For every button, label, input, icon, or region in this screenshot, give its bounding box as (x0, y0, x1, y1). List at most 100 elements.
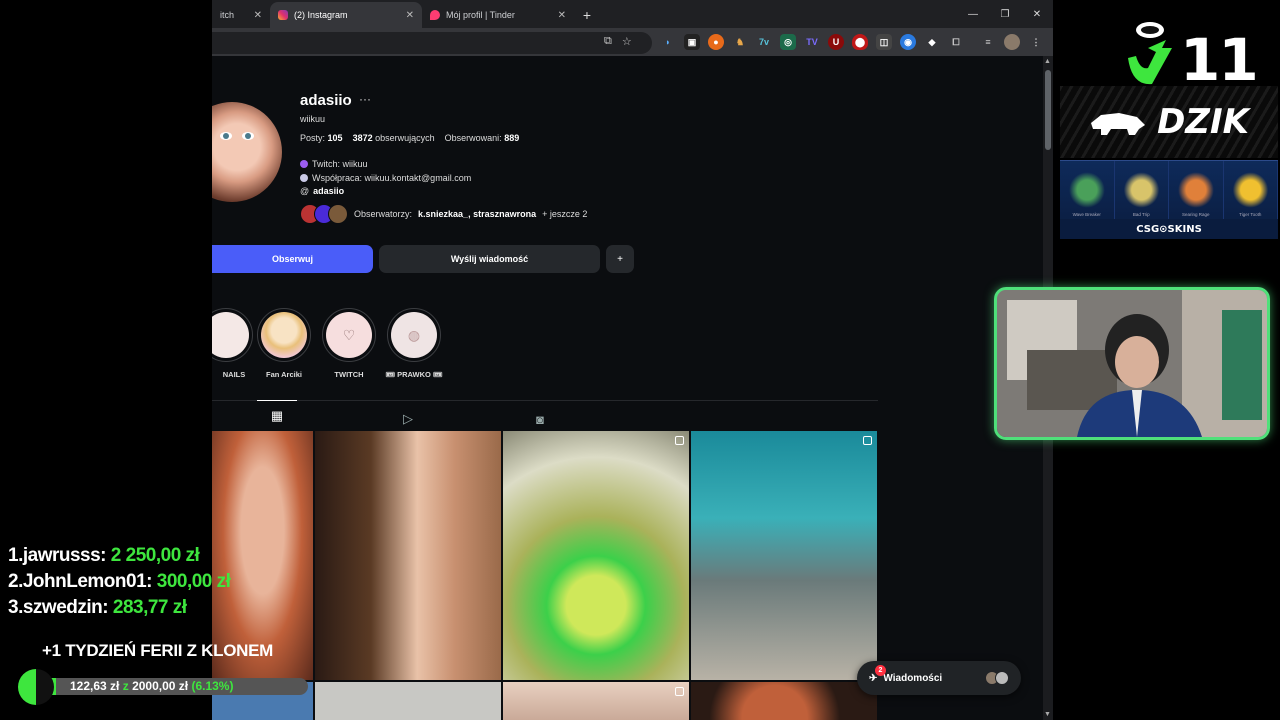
posts-grid-tab[interactable]: ▦ (257, 400, 297, 430)
extension-icon[interactable]: ⬤ (852, 34, 868, 50)
window-controls: — ❐ ✕ (957, 0, 1053, 28)
carousel-icon (675, 687, 684, 696)
reading-list-icon[interactable]: ≡ (980, 34, 996, 50)
install-icon[interactable]: ⧉ (604, 35, 612, 48)
highlight-fan-arciki[interactable]: Fan Arciki (254, 308, 314, 379)
extension-icon[interactable]: ♞ (732, 34, 748, 50)
webcam-overlay (994, 287, 1270, 440)
highlight-twitch[interactable]: ♡ TWITCH (319, 308, 379, 379)
highlight-cover (261, 312, 307, 358)
send-message-button[interactable]: Wyślij wiadomość (379, 245, 600, 273)
scroll-up-icon[interactable]: ▲ (1044, 58, 1051, 65)
highlight-label: TWITCH (334, 370, 364, 379)
post-thumbnail[interactable] (315, 431, 501, 680)
followed-by[interactable]: Obserwatorzy: k.sniezkaa_, strasznawrona… (300, 204, 587, 224)
profile-username: adasiio (300, 92, 352, 109)
donor-row: 2.JohnLemon01: 300,00 zł (8, 571, 231, 592)
tagged-icon: ◙ (536, 411, 544, 427)
highlight-prawko[interactable]: ◍ 🎟 PRAWKO 🎟 (384, 308, 444, 379)
add-user-button[interactable]: + (606, 245, 634, 273)
boar-icon (1091, 113, 1146, 135)
bookmark-star-icon[interactable]: ☆ (622, 35, 632, 48)
dzik-banner: DZIK (1060, 86, 1278, 158)
menu-kebab-icon[interactable]: ⋮ (1028, 34, 1044, 50)
close-icon[interactable]: ✕ (406, 10, 414, 21)
extension-icon[interactable]: ◆ (924, 34, 940, 50)
highlight-label: 🎟 PRAWKO 🎟 (385, 370, 443, 379)
extension-icon[interactable]: ● (708, 34, 724, 50)
notification-badge: 2 (875, 665, 886, 676)
instagram-profile-page: adasiio ··· wiikuu Posty: 105 3872 obser… (212, 56, 1053, 720)
profile-avatar[interactable] (1004, 34, 1020, 50)
post-thumbnail[interactable] (503, 431, 689, 680)
extension-icon[interactable]: ◗ (660, 34, 676, 50)
close-icon[interactable]: ✕ (558, 10, 566, 21)
avatar (995, 671, 1009, 685)
tab-instagram[interactable]: (2) Instagram ✕ (270, 2, 422, 28)
close-window-button[interactable]: ✕ (1021, 0, 1053, 28)
donation-goal: 122,63 zł z 2000,00 zł (6.13%) (18, 668, 318, 705)
skins-row: Wave Breaker Bad Trip Searing Rage Tiger… (1060, 161, 1278, 219)
stream-screen: itch ✕ (2) Instagram ✕ Mój profil | Tind… (0, 0, 1280, 720)
scrollbar-thumb[interactable] (1045, 70, 1051, 150)
following-count[interactable]: Obserwowani: 889 (445, 133, 520, 143)
globe-icon: ◍ (391, 312, 437, 358)
extension-icon[interactable]: ▣ (684, 34, 700, 50)
extensions-puzzle-icon[interactable]: ⧠ (948, 34, 964, 50)
donor-row: 1.jawrusss: 2 250,00 zł (8, 545, 200, 566)
sponsor-logo-icon (1128, 22, 1172, 85)
highlight-label: NAILS (222, 370, 246, 379)
skin-card: Searing Rage (1169, 161, 1224, 219)
omnibox-actions: ⧉ ☆ (604, 35, 632, 48)
scroll-down-icon[interactable]: ▼ (1044, 711, 1051, 718)
profile-avatar[interactable] (212, 102, 282, 202)
profile-full-name: wiikuu (300, 114, 326, 124)
profile-stats: Posty: 105 3872 obserwujących Obserwowan… (300, 133, 519, 143)
top-donors: 1.jawrusss: 2 250,00 zł 2.JohnLemon01: 3… (8, 543, 231, 621)
highlight-label: Fan Arciki (266, 370, 302, 379)
reels-icon: ▷ (403, 411, 413, 426)
post-thumbnail[interactable] (503, 682, 689, 720)
browser-toolbar: ⧉ ☆ ◗ ▣ ● ♞ 7v ◎ TV U ⬤ ◫ ◉ ◆ ⧠ ≡ ⋮ (212, 28, 1053, 56)
avatar (328, 204, 348, 224)
restore-button[interactable]: ❐ (989, 0, 1021, 28)
highlight-nails[interactable]: NAILS (212, 308, 256, 379)
tab-bar: itch ✕ (2) Instagram ✕ Mój profil | Tind… (212, 0, 1053, 28)
posts-count: Posty: 105 (300, 133, 343, 143)
post-thumbnail[interactable] (691, 682, 877, 720)
donor-row: 3.szwedzin: 283,77 zł (8, 597, 187, 618)
extension-icon[interactable]: ◫ (876, 34, 892, 50)
close-icon[interactable]: ✕ (254, 10, 262, 21)
profile-tabs: ▦ ▷ ◙ (212, 400, 878, 430)
add-user-icon: + (617, 253, 623, 265)
new-tab-button[interactable]: + (574, 2, 600, 28)
reels-tab[interactable]: ▷ (388, 407, 428, 431)
webcam-feed (997, 290, 1267, 437)
tab-twitch[interactable]: itch ✕ (212, 2, 270, 28)
minimize-button[interactable]: — (957, 0, 989, 28)
tab-tinder[interactable]: Mój profil | Tinder ✕ (422, 2, 574, 28)
tab-title: (2) Instagram (294, 10, 348, 20)
profile-bio: Twitch: wiikuu Współpraca: wiikuu.kontak… (300, 158, 471, 199)
extension-icon[interactable]: 7v (756, 34, 772, 50)
extension-icon[interactable]: ◎ (780, 34, 796, 50)
extension-icon[interactable]: U (828, 34, 844, 50)
post-thumbnail[interactable] (315, 682, 501, 720)
tab-title: Mój profil | Tinder (446, 10, 515, 20)
threads-link[interactable]: @ adasiio (300, 185, 471, 199)
post-thumbnail[interactable] (691, 431, 877, 680)
follow-button[interactable]: Obserwuj (212, 245, 373, 273)
messages-button[interactable]: ✈ 2 Wiadomości (857, 661, 1021, 695)
extension-icon[interactable]: TV (804, 34, 820, 50)
extension-icon[interactable]: ◉ (900, 34, 916, 50)
more-options-icon[interactable]: ··· (359, 92, 371, 106)
goal-text: 122,63 zł z 2000,00 zł (6.13%) (70, 679, 234, 693)
address-bar[interactable] (212, 32, 652, 54)
tagged-tab[interactable]: ◙ (520, 407, 560, 431)
csgo-skins-banner: Wave Breaker Bad Trip Searing Rage Tiger… (1060, 160, 1278, 239)
browser-window: itch ✕ (2) Instagram ✕ Mój profil | Tind… (212, 0, 1053, 720)
heart-icon: ♡ (326, 312, 372, 358)
white-circle-icon (300, 173, 308, 182)
followers-count[interactable]: 3872 obserwujących (353, 133, 435, 143)
follower-avatars (300, 204, 348, 224)
